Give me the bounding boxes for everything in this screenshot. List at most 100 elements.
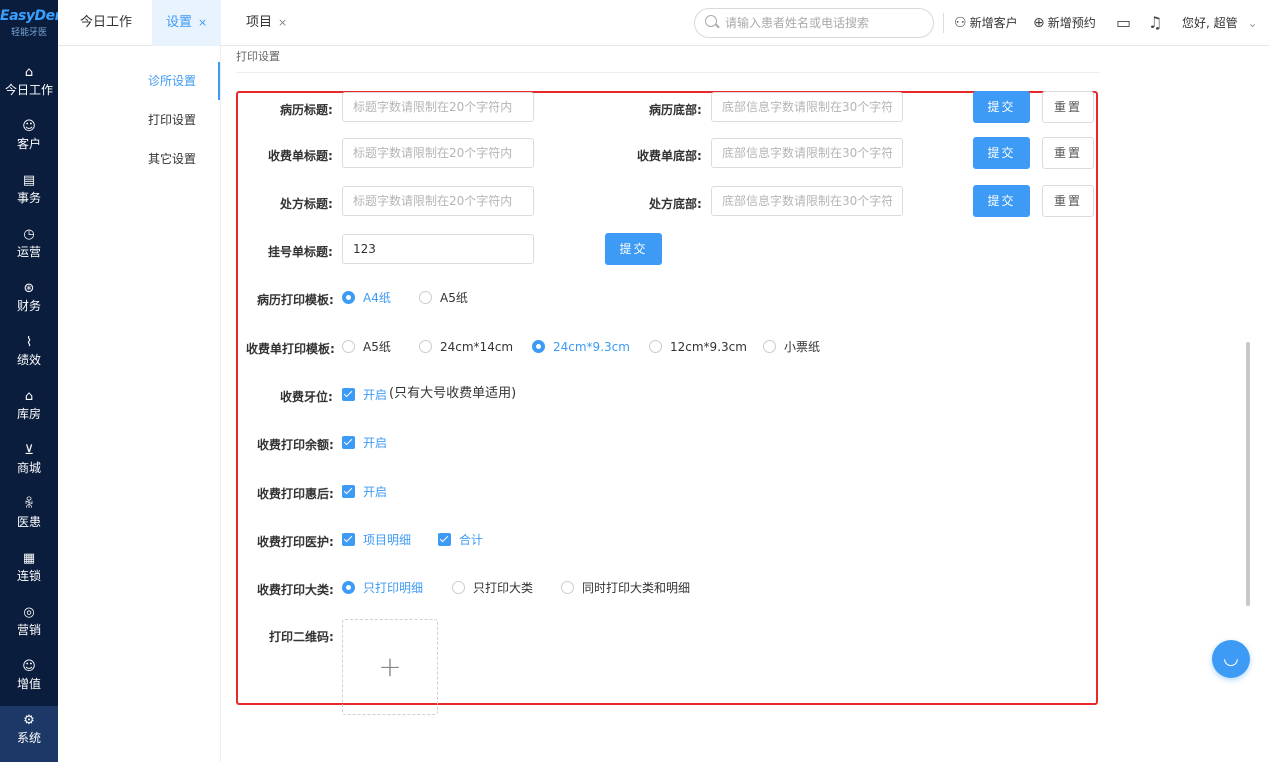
sidebar-item-label: 医患	[16, 515, 41, 529]
radio-indicator	[342, 340, 355, 353]
tooth-position-note: (只有大号收费单适用)	[389, 386, 517, 401]
people-icon: ꆜ	[23, 497, 35, 512]
radio-label: 小票纸	[784, 340, 821, 354]
radio-indicator	[342, 581, 355, 594]
radio-detail-only[interactable]: 只打印明细	[342, 580, 423, 596]
section-title: 打印设置	[236, 50, 280, 62]
add-customer-button[interactable]: ⚇ 新增客户	[954, 0, 1018, 46]
sidebar-item-label: 增值	[16, 677, 41, 691]
scrollbar[interactable]	[1246, 342, 1250, 606]
sidebar-item-value-added[interactable]: ☺ 增值	[0, 658, 58, 708]
store-icon: ▦	[22, 551, 36, 566]
sidebar-item-affairs[interactable]: ▤ 事务	[0, 172, 58, 222]
sidebar-item-performance[interactable]: ⌇ 绩效	[0, 334, 58, 384]
tab-label: 今日工作	[80, 15, 133, 30]
chart-icon: ⌇	[25, 335, 33, 350]
chevron-down-icon: ⌄	[1247, 16, 1258, 30]
receipt-title-input[interactable]	[342, 138, 534, 168]
add-clock-icon: ⊕	[1033, 15, 1045, 31]
print-category-label: 收费打印大类:	[257, 583, 334, 597]
home-icon: ⌂	[24, 65, 34, 80]
close-icon[interactable]: ×	[198, 16, 207, 29]
radio-a5[interactable]: A5纸	[419, 290, 468, 306]
user-menu[interactable]: 您好, 超管 ⌄	[1182, 0, 1258, 46]
reset-button[interactable]: 重置	[1042, 91, 1094, 123]
item-detail-checkbox[interactable]: 项目明细	[342, 532, 411, 548]
radio-ticket[interactable]: 小票纸	[763, 339, 820, 355]
radio-a5[interactable]: A5纸	[342, 339, 391, 355]
print-discount-checkbox[interactable]: 开启	[342, 484, 387, 500]
radio-both[interactable]: 同时打印大类和明细	[561, 580, 690, 596]
add-appointment-button[interactable]: ⊕ 新增预约	[1033, 0, 1096, 46]
sidebar-item-label: 事务	[16, 191, 41, 205]
user-icon: ☺	[22, 119, 36, 134]
search-input[interactable]	[725, 14, 925, 32]
total-checkbox[interactable]: 合计	[438, 532, 483, 548]
close-icon[interactable]: ×	[278, 16, 287, 29]
radio-24x9[interactable]: 24cm*9.3cm	[532, 339, 630, 355]
reg-title-input[interactable]	[342, 234, 534, 264]
sidebar-item-label: 库房	[16, 407, 41, 421]
submit-button[interactable]: 提交	[973, 185, 1030, 217]
checkbox-indicator	[342, 533, 355, 546]
tooth-position-checkbox[interactable]: 开启	[342, 387, 387, 403]
sidebar-item-label: 客户	[16, 137, 41, 151]
cart-icon: ⊻	[24, 443, 34, 458]
sidebar-item-chain[interactable]: ▦ 连锁	[0, 550, 58, 600]
receipt-template-label: 收费单打印模板:	[246, 342, 335, 356]
sidebar-item-doctor-patient[interactable]: ꆜ 医患	[0, 496, 58, 546]
submenu-item-clinic[interactable]: 诊所设置	[58, 62, 220, 100]
sidebar-item-customer[interactable]: ☺ 客户	[0, 118, 58, 168]
sidebar-item-finance[interactable]: ⊛ 财务	[0, 280, 58, 330]
radio-a4[interactable]: A4纸	[342, 290, 391, 306]
radio-label: A4纸	[363, 291, 391, 305]
reset-button[interactable]: 重置	[1042, 185, 1094, 217]
radio-indicator	[649, 340, 662, 353]
submit-button[interactable]: 提交	[605, 233, 662, 265]
radio-category-only[interactable]: 只打印大类	[452, 580, 533, 596]
clock-icon: ◷	[23, 227, 35, 242]
tooth-icon[interactable]: ◡	[1212, 640, 1250, 678]
gift-icon: ☺	[22, 659, 36, 674]
radio-12x9[interactable]: 12cm*9.3cm	[649, 339, 747, 355]
checkbox-label: 开启	[363, 436, 388, 450]
radio-indicator	[342, 291, 355, 304]
message-icon[interactable]: ▭	[1116, 0, 1131, 46]
radio-indicator	[763, 340, 776, 353]
sidebar-item-operations[interactable]: ◷ 运营	[0, 226, 58, 276]
sidebar-item-marketing[interactable]: ◎ 营销	[0, 604, 58, 654]
radio-label: 24cm*9.3cm	[553, 340, 630, 354]
tab-projects[interactable]: 项目 ×	[246, 0, 287, 46]
submit-button[interactable]: 提交	[973, 91, 1030, 123]
rx-footer-input[interactable]	[711, 186, 903, 216]
submenu-item-print[interactable]: 打印设置	[58, 101, 220, 139]
add-appointment-label: 新增预约	[1047, 16, 1096, 30]
print-balance-checkbox[interactable]: 开启	[342, 435, 387, 451]
print-discount-label: 收费打印惠后:	[257, 487, 334, 501]
sidebar-item-label: 财务	[16, 299, 41, 313]
submenu-item-other[interactable]: 其它设置	[58, 140, 220, 178]
sidebar-item-mall[interactable]: ⊻ 商城	[0, 442, 58, 492]
tab-settings[interactable]: 设置 ×	[152, 0, 222, 46]
reset-button[interactable]: 重置	[1042, 137, 1094, 169]
bell-icon[interactable]: ♫	[1148, 0, 1162, 46]
checkbox-indicator	[342, 388, 355, 401]
tab-today[interactable]: 今日工作	[80, 0, 132, 46]
qr-upload[interactable]: +	[342, 619, 438, 715]
sidebar-item-warehouse[interactable]: ⌂ 库房	[0, 388, 58, 438]
radio-label: 只打印大类	[473, 581, 534, 595]
logo[interactable]: EasyDent 轻能牙医	[0, 0, 71, 46]
sidebar-item-label: 运营	[16, 245, 41, 259]
print-balance-label: 收费打印余额:	[257, 438, 334, 452]
rx-title-input[interactable]	[342, 186, 534, 216]
radio-24x14[interactable]: 24cm*14cm	[419, 339, 513, 355]
submit-button[interactable]: 提交	[973, 137, 1030, 169]
tab-label: 项目	[246, 15, 273, 30]
divider	[236, 72, 1100, 73]
sidebar-item-today[interactable]: ⌂ 今日工作	[0, 64, 58, 114]
record-title-input[interactable]	[342, 92, 534, 122]
record-footer-input[interactable]	[711, 92, 903, 122]
checkbox-label: 合计	[459, 533, 484, 547]
sidebar-item-system[interactable]: ⚙ 系统	[0, 706, 58, 762]
receipt-footer-input[interactable]	[711, 138, 903, 168]
